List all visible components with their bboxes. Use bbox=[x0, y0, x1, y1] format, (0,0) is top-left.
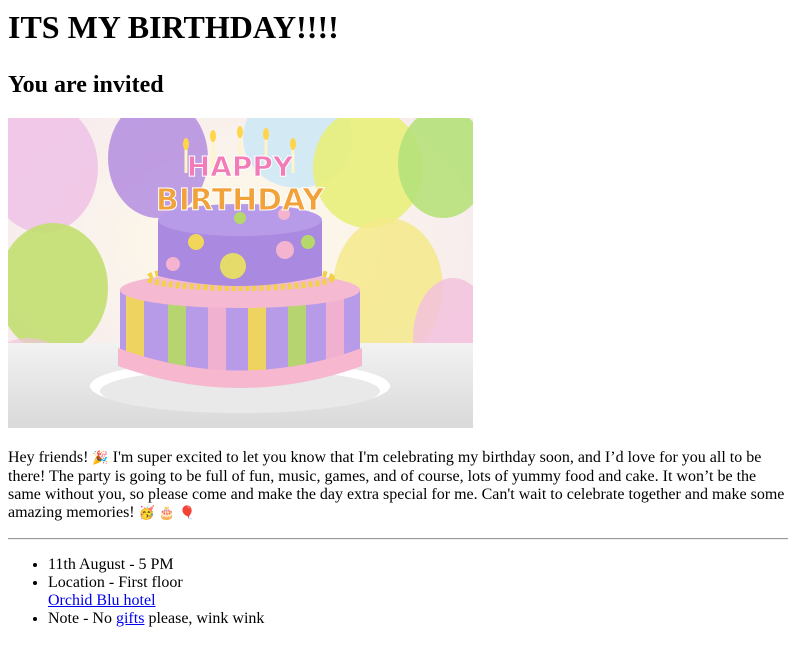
cake-text-birthday: BIRTHDAY bbox=[156, 183, 326, 218]
party-face-icon: 🥳 bbox=[138, 506, 155, 521]
date-time: 11th August - 5 PM bbox=[48, 556, 174, 573]
birthday-cake-image: HAPPY BIRTHDAY bbox=[8, 118, 473, 428]
note-suffix: please, wink wink bbox=[144, 610, 265, 627]
gifts-link[interactable]: gifts bbox=[116, 610, 144, 627]
page-title: ITS MY BIRTHDAY!!!! bbox=[8, 9, 339, 45]
party-popper-icon: 🎉 bbox=[92, 451, 109, 466]
intro-paragraph: Hey friends! 🎉 I'm super excited to let … bbox=[8, 449, 788, 523]
divider bbox=[8, 538, 788, 540]
note-prefix: Note - No bbox=[48, 610, 116, 627]
location-link[interactable]: Orchid Blu hotel bbox=[48, 592, 156, 609]
location-label: Location - First floor bbox=[48, 574, 183, 591]
list-item-date: 11th August - 5 PM bbox=[48, 556, 788, 574]
balloon-icon: 🎈 bbox=[179, 506, 196, 521]
list-item-location: Location - First floorOrchid Blu hotel bbox=[48, 574, 788, 610]
details-list: 11th August - 5 PM Location - First floo… bbox=[8, 556, 788, 628]
intro-body: I'm super excited to let you know that I… bbox=[8, 449, 785, 521]
list-item-note: Note - No gifts please, wink wink bbox=[48, 610, 788, 628]
cake-icon: 🎂 bbox=[158, 506, 175, 521]
cake-text-happy: HAPPY bbox=[187, 150, 294, 183]
intro-greeting: Hey friends! bbox=[8, 449, 89, 466]
page-subtitle: You are invited bbox=[8, 72, 164, 98]
